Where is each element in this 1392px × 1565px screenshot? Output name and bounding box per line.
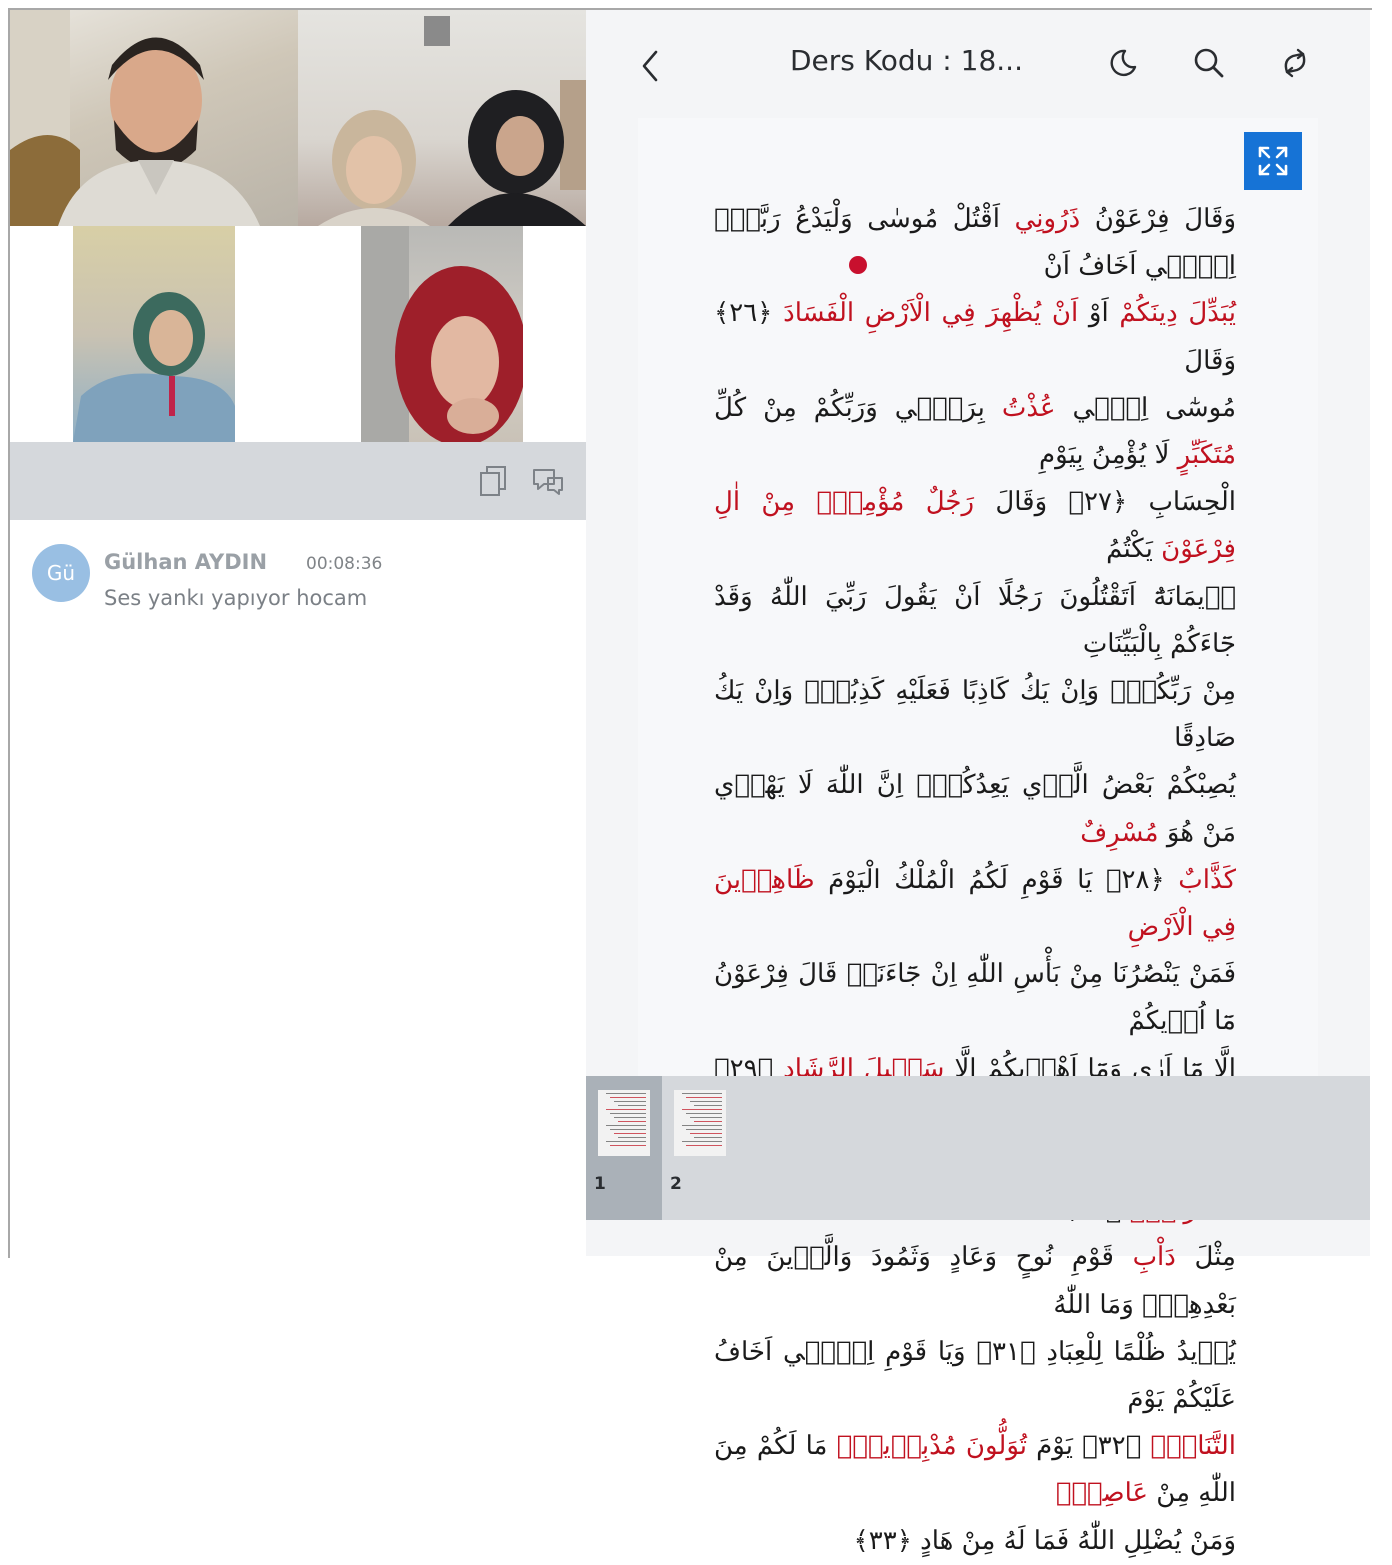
quran-segment: مِنْ رَبِّكُمْۜ وَاِنْ يَكُ كَاذِبًا فَع… xyxy=(714,676,1236,754)
page-number: 2 xyxy=(670,1174,682,1194)
quran-segment: الْحِسَابِ ﴿٢٧﴾ وَقَالَ xyxy=(974,487,1236,518)
quran-segment: يُر۪يدُ ظُلْمًا لِلْعِبَادِ ﴿٣١﴾ وَيَا ق… xyxy=(714,1336,1236,1415)
video-participant-3[interactable] xyxy=(73,226,235,442)
chevron-left-icon[interactable] xyxy=(636,46,666,86)
page-thumbnail-1[interactable]: 1 xyxy=(586,1076,662,1220)
quran-line: مُوسٰٓى اِنّ۪ي عُذْتُ بِرَبّ۪ي وَرَبِّكُ… xyxy=(714,385,1236,479)
quran-line: وَقَالَ فِرْعَوْنُ ذَرُونِي اَقْتُلْ مُو… xyxy=(714,196,1236,290)
highlighted-word: دَاْبِ xyxy=(1132,1242,1176,1273)
quran-segment: ﴿٢٨﴾ يَا قَوْمِ لَكُمُ الْمُلْكُ الْيَوْ… xyxy=(814,864,1179,895)
quran-segment: ﴿٣٢﴾ يَوْمَ xyxy=(1027,1431,1151,1462)
highlighted-word: عَاصِمٍۚ xyxy=(1055,1478,1149,1509)
document-panel: Ders Kodu : 18... وَقَالَ فِرْعَوْنُ ذَر… xyxy=(586,10,1370,1556)
video-participant-2[interactable] xyxy=(298,10,586,226)
quran-line: مِثْلَ دَاْبِ قَوْمِ نُوحٍ وَعَادٍ وَثَم… xyxy=(714,1234,1236,1328)
fullscreen-expand-button[interactable] xyxy=(1244,132,1302,190)
message-text: Ses yankı yapıyor hocam xyxy=(104,586,368,610)
copy-icon[interactable] xyxy=(476,464,512,498)
quran-segment: مِثْلَ xyxy=(1175,1242,1236,1273)
quran-segment: وَمَنْ يُضْلِلِ اللّٰهُ فَمَا لَهُ مِنْ … xyxy=(853,1525,1236,1556)
highlighted-word: مُسْرِفٌ xyxy=(1080,817,1159,848)
quran-line: فَمَنْ يَنْصُرُنَا مِنْ بَأْسِ اللّٰهِ ا… xyxy=(714,951,1236,1045)
quran-segment: لَا يُؤْمِنُ بِيَوْمِ xyxy=(1039,440,1178,471)
participant-1-image xyxy=(10,10,260,226)
highlighted-word: ذَرُونِي xyxy=(1014,204,1081,234)
expand-icon xyxy=(1258,146,1288,176)
page-number: 1 xyxy=(594,1174,606,1194)
quran-line: يُصِبْكُمْ بَعْضُ الَّذ۪ي يَعِدُكُمْۜ اِ… xyxy=(714,762,1236,856)
highlighted-word: كَذَّابٌ xyxy=(1178,864,1237,895)
avatar: Gü xyxy=(32,544,90,602)
rotate-icon[interactable] xyxy=(1278,46,1312,80)
moon-icon[interactable] xyxy=(1106,46,1140,80)
participant-3-image xyxy=(73,292,235,442)
quran-line: ا۪يمَانَهُٓ اَتَقْتُلُونَ رَجُلًا اَنْ ي… xyxy=(714,574,1236,668)
chat-bubbles-icon[interactable] xyxy=(530,464,566,498)
page-title: Ders Kodu : 18... xyxy=(790,44,1023,77)
quran-segment: يَكْتُمُ xyxy=(1106,534,1162,565)
quran-line: مِنْ رَبِّكُمْۜ وَاِنْ يَكُ كَاذِبًا فَع… xyxy=(714,668,1236,762)
quran-segment: ا۪يمَانَهُٓ اَتَقْتُلُونَ رَجُلًا اَنْ ي… xyxy=(714,581,1236,659)
message-author: Gülhan AYDIN xyxy=(104,550,268,574)
quran-line: وَمَنْ يُضْلِلِ اللّٰهُ فَمَا لَهُ مِنْ … xyxy=(714,1518,1236,1565)
highlighted-word: يُبَدِّلَ دِينَكُمْ xyxy=(1119,298,1237,329)
quran-text: وَقَالَ فِرْعَوْنُ ذَرُونِي اَقْتُلْ مُو… xyxy=(714,196,1236,1565)
participant-2-image xyxy=(318,16,586,226)
quran-line: يُبَدِّلَ دِينَكُمْ اَوْ اَنْ يُظْهِرَ ف… xyxy=(714,290,1236,384)
quran-segment: يُصِبْكُمْ بَعْضُ الَّذ۪ي يَعِدُكُمْۜ اِ… xyxy=(714,770,1236,848)
highlighted-word: مُتَكَبِّرٍ xyxy=(1177,440,1236,471)
highlighted-word: التَّنَادِۙ xyxy=(1150,1431,1236,1462)
quran-segment: بِرَبّ۪ي وَرَبِّكُمْ مِنْ كُلِّ xyxy=(714,392,1002,423)
quran-line: كَذَّابٌ ﴿٢٨﴾ يَا قَوْمِ لَكُمُ الْمُلْك… xyxy=(714,857,1236,951)
thumbnail-preview xyxy=(598,1090,650,1156)
highlighted-word: عُذْتُ xyxy=(1001,392,1056,423)
page-thumbnails: 12 xyxy=(586,1076,1370,1220)
message-time: 00:08:36 xyxy=(306,554,383,574)
video-toolbar xyxy=(10,442,586,520)
quran-segment: مُوسٰٓى اِنّ۪ي xyxy=(1055,392,1236,423)
quran-line: التَّنَادِۙ ﴿٣٢﴾ يَوْمَ تُوَلُّونَ مُدْب… xyxy=(714,1423,1236,1517)
quran-segment: وَقَالَ فِرْعَوْنُ xyxy=(1080,204,1236,234)
participant-4-image xyxy=(361,226,523,442)
quran-line: يُر۪يدُ ظُلْمًا لِلْعِبَادِ ﴿٣١﴾ وَيَا ق… xyxy=(714,1329,1236,1423)
chat-message: Gü Gülhan AYDIN 00:08:36 Ses yankı yapıy… xyxy=(32,544,572,614)
quran-segment: فَمَنْ يَنْصُرُنَا مِنْ بَأْسِ اللّٰهِ ا… xyxy=(714,959,1236,1037)
video-participant-4[interactable] xyxy=(361,226,523,442)
highlighted-word: تُوَلُّونَ مُدْبِر۪ينَۚ xyxy=(836,1431,1027,1462)
highlighted-word: اَنْ يُظْهِرَ فِي الْاَرْضِ الْفَسَادَ xyxy=(783,298,1079,329)
search-icon[interactable] xyxy=(1192,46,1226,80)
video-participant-1[interactable] xyxy=(10,10,298,226)
page-thumbnail-2[interactable]: 2 xyxy=(662,1076,738,1220)
left-panel: Gü Gülhan AYDIN 00:08:36 Ses yankı yapıy… xyxy=(10,10,586,1256)
quran-line: الْحِسَابِ ﴿٢٧﴾ وَقَالَ رَجُلٌ مُؤْمِنٌۗ… xyxy=(714,479,1236,573)
thumbnail-preview xyxy=(674,1090,726,1156)
quran-segment: اَوْ xyxy=(1078,298,1120,329)
document-header: Ders Kodu : 18... xyxy=(586,10,1370,118)
pointer-dot xyxy=(849,256,867,274)
